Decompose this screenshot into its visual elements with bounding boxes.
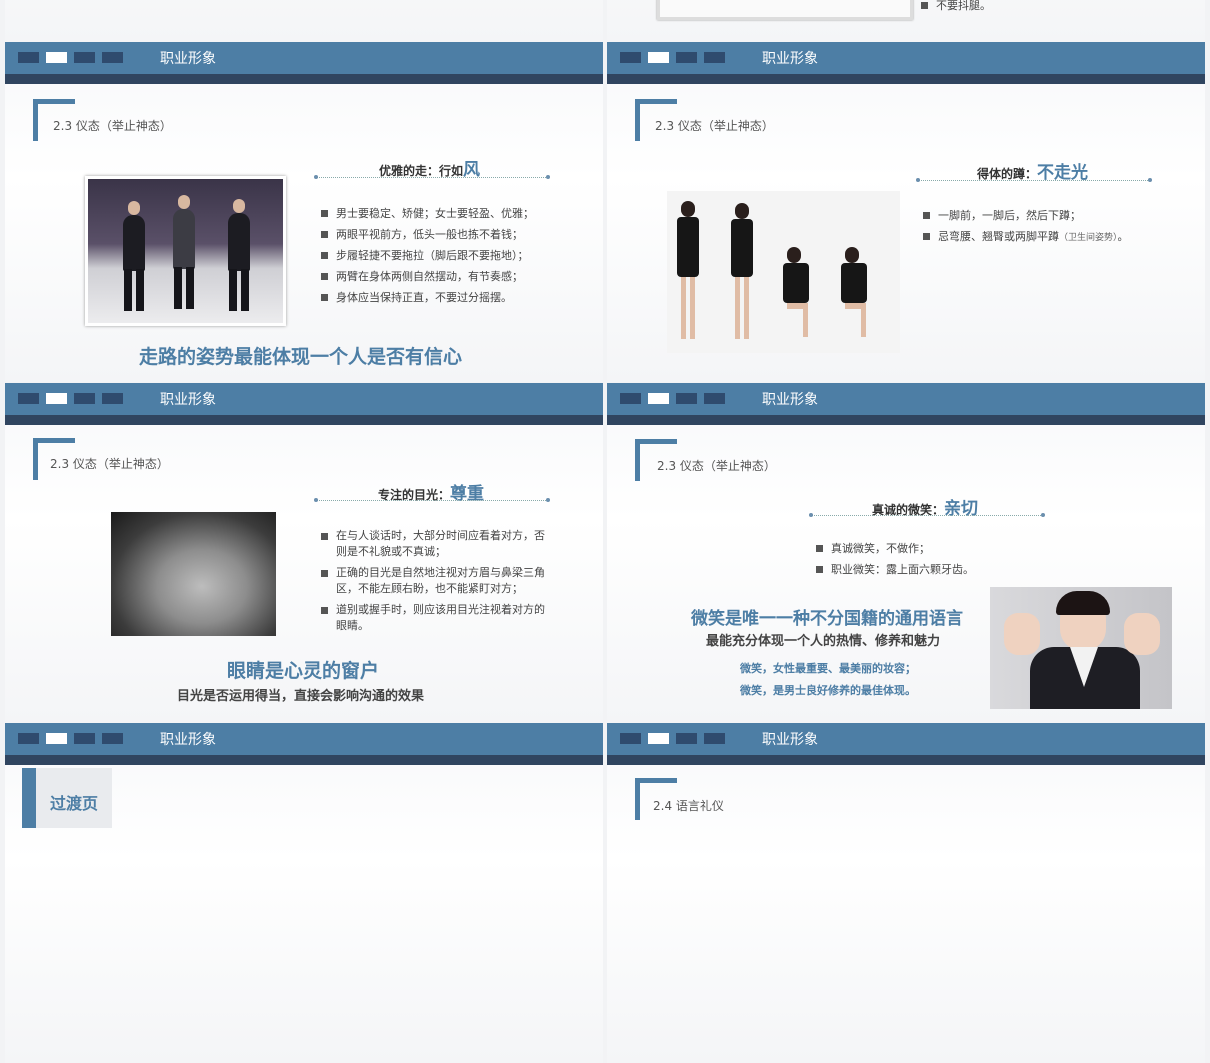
tagline: 微笑是唯一一种不分国籍的通用语言 bbox=[691, 609, 963, 629]
section-label: 2.3 仪态（举止神态） bbox=[50, 457, 169, 471]
header-title: 职业形象 bbox=[762, 732, 818, 748]
portrait-photo bbox=[111, 512, 276, 636]
slide-transition: 职业形象 过渡页 bbox=[5, 723, 603, 1063]
divider-line bbox=[809, 513, 1045, 517]
slide-header: 职业形象 bbox=[5, 723, 603, 765]
divider-line bbox=[916, 178, 1152, 182]
slide-top-left bbox=[5, 0, 603, 42]
bullet-item: 真诚微笑，不做作； bbox=[816, 538, 974, 559]
slide-header: 职业形象 bbox=[607, 383, 1205, 425]
header-title: 职业形象 bbox=[160, 392, 216, 408]
slide-walk: 职业形象 2.3 仪态（举止神态） 优雅的走：行如风 男士要稳定、矫健；女士要轻… bbox=[5, 42, 603, 382]
bullet-item: 一脚前，一脚后，然后下蹲； bbox=[923, 205, 1129, 226]
subline: 目光是否运用得当，直接会影响沟通的效果 bbox=[177, 689, 425, 704]
slide-top-right: 不要抖腿。 bbox=[607, 0, 1205, 42]
header-title: 职业形象 bbox=[762, 392, 818, 408]
bullet-list: 男士要稳定、矫健；女士要轻盈、优雅； 两眼平视前方，低头一般也拣不着钱； 步履轻… bbox=[321, 203, 534, 308]
bullet-item: 身体应当保持正直，不要过分摇摆。 bbox=[321, 287, 534, 308]
slide-next: 职业形象 2.4 语言礼仪 bbox=[607, 723, 1205, 1063]
slide-smile: 职业形象 2.3 仪态（举止神态） 真诚的微笑：亲切 真诚微笑，不做作； 职业微… bbox=[607, 383, 1205, 723]
bullet-list: 一脚前，一脚后，然后下蹲； 忌弯腰、翘臀或两脚平蹲（卫生间姿势）。 bbox=[923, 205, 1129, 249]
header-title: 职业形象 bbox=[160, 732, 216, 748]
transition-label: 过渡页 bbox=[50, 794, 99, 813]
bullet-item: 不要抖腿。 bbox=[921, 0, 991, 16]
section-label: 2.3 仪态（举止神态） bbox=[657, 459, 776, 473]
divider-line bbox=[314, 175, 550, 179]
squat-photo bbox=[667, 191, 900, 353]
bullet-item: 在与人谈话时，大部分时间应看着对方，否则是不礼貌或不真诚； bbox=[321, 528, 551, 560]
divider-line bbox=[314, 498, 550, 502]
bullet-item: 两眼平视前方，低头一般也拣不着钱； bbox=[321, 224, 534, 245]
runway-photo bbox=[85, 176, 286, 326]
slide-squat: 职业形象 2.3 仪态（举止神态） 得体的蹲：不走光 一脚前，一脚后，然后下蹲；… bbox=[607, 42, 1205, 382]
transition-block: 过渡页 bbox=[22, 768, 112, 828]
bullet-item: 忌弯腰、翘臀或两脚平蹲（卫生间姿势）。 bbox=[923, 226, 1129, 249]
bullet-item: 道别或握手时，则应该用目光注视着对方的眼睛。 bbox=[321, 602, 551, 634]
slide-header: 职业形象 bbox=[607, 723, 1205, 765]
bullet-item: 男士要稳定、矫健；女士要轻盈、优雅； bbox=[321, 203, 534, 224]
bullet-item: 职业微笑：露上面六颗牙齿。 bbox=[816, 559, 974, 580]
framed-photo bbox=[657, 0, 913, 20]
tagline: 眼睛是心灵的窗户 bbox=[227, 660, 380, 682]
bullet-item: 正确的目光是自然地注视对方眉与鼻梁三角区，不能左顾右盼，也不能紧盯对方； bbox=[321, 565, 551, 597]
note-line: 微笑，是男士良好修养的最佳体现。 bbox=[740, 684, 916, 697]
slide-header: 职业形象 bbox=[607, 42, 1205, 84]
bullet-item: 步履轻捷不要拖拉（脚后跟不要拖地）； bbox=[321, 245, 534, 266]
bullet-list: 不要抖腿。 bbox=[921, 0, 991, 16]
section-label: 2.3 仪态（举止神态） bbox=[53, 119, 172, 133]
bullet-item: 两臂在身体两侧自然摆动，有节奏感； bbox=[321, 266, 534, 287]
bullet-list: 真诚微笑，不做作； 职业微笑：露上面六颗牙齿。 bbox=[816, 538, 974, 580]
slide-header: 职业形象 bbox=[5, 383, 603, 425]
section-label: 2.3 仪态（举止神态） bbox=[655, 119, 774, 133]
header-title: 职业形象 bbox=[762, 51, 818, 67]
header-title: 职业形象 bbox=[160, 51, 216, 67]
note-line: 微笑，女性最重要、最美丽的妆容； bbox=[740, 662, 916, 675]
smiling-woman-photo bbox=[990, 587, 1172, 709]
slide-header: 职业形象 bbox=[5, 42, 603, 84]
tagline: 走路的姿势最能体现一个人是否有信心 bbox=[139, 346, 463, 368]
bullet-list: 在与人谈话时，大部分时间应看着对方，否则是不礼貌或不真诚； 正确的目光是自然地注… bbox=[321, 528, 551, 639]
slide-gaze: 职业形象 2.3 仪态（举止神态） 专注的目光：尊重 在与人谈话时，大部分时间应… bbox=[5, 383, 603, 723]
subline: 最能充分体现一个人的热情、修养和魅力 bbox=[706, 634, 941, 649]
